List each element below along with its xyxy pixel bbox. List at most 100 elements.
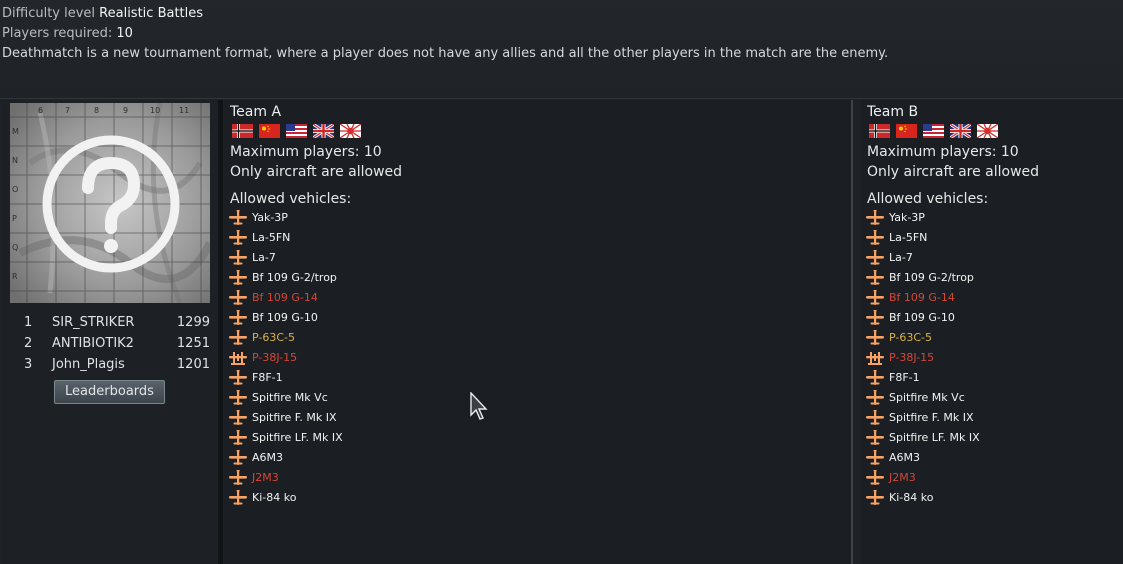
max-players: Maximum players: 10: [867, 144, 1019, 160]
players-required-line: Players required: 10: [2, 26, 133, 42]
team-title: Team A: [230, 104, 282, 120]
vehicle-item[interactable]: F8F-1: [865, 368, 1065, 388]
max-players: Maximum players: 10: [230, 144, 382, 160]
vehicle-item[interactable]: Bf 109 G-14: [865, 288, 1065, 308]
leaderboard-score: 1251: [176, 336, 210, 351]
vehicle-item[interactable]: Ki-84 ko: [228, 488, 428, 508]
vehicle-item[interactable]: F8F-1: [228, 368, 428, 388]
leaderboard-rank: 3: [24, 357, 33, 372]
team-a-panel: Team A Maximum players: 10 Only aircraft…: [224, 100, 851, 564]
vehicle-name: Yak-3P: [252, 211, 288, 224]
vehicle-item[interactable]: Bf 109 G-14: [228, 288, 428, 308]
vehicle-name: P-63C-5: [889, 331, 933, 344]
vehicle-item[interactable]: Yak-3P: [865, 208, 1065, 228]
vehicle-item[interactable]: La-5FN: [228, 228, 428, 248]
leaderboard-player: SIR_STRIKER: [52, 315, 135, 330]
map-row-label: N: [12, 156, 18, 165]
vehicle-name: La-7: [252, 251, 276, 264]
vehicle-item[interactable]: P-63C-5: [865, 328, 1065, 348]
mouse-cursor-icon: [470, 392, 488, 420]
vehicle-item[interactable]: La-7: [865, 248, 1065, 268]
germany-flag-icon: [232, 124, 253, 138]
vehicle-name: Bf 109 G-14: [889, 291, 955, 304]
vehicle-name: Bf 109 G-14: [252, 291, 318, 304]
leaderboard-player: ANTIBIOTIK2: [52, 336, 134, 351]
vehicle-item[interactable]: A6M3: [865, 448, 1065, 468]
map-col-label: 9: [123, 106, 128, 115]
vehicle-name: Spitfire Mk Vc: [889, 391, 965, 404]
map-col-label: 7: [65, 106, 70, 115]
vehicle-item[interactable]: J2M3: [865, 468, 1065, 488]
map-row-label: P: [12, 214, 17, 223]
map-col-label: 11: [179, 106, 189, 115]
leaderboard-row: 2 ANTIBIOTIK2 1251: [10, 335, 210, 353]
vehicle-name: Ki-84 ko: [252, 491, 297, 504]
vehicle-name: Bf 109 G-2/trop: [252, 271, 337, 284]
japan-flag-icon: [977, 124, 998, 138]
vehicle-name: Spitfire LF. Mk IX: [889, 431, 980, 444]
vehicle-name: Spitfire F. Mk IX: [889, 411, 974, 424]
map-row-label: M: [12, 127, 19, 136]
vehicle-item[interactable]: Spitfire Mk Vc: [865, 388, 1065, 408]
vehicle-name: La-5FN: [252, 231, 291, 244]
usa-flag-icon: [286, 124, 307, 138]
vehicle-item[interactable]: Spitfire LF. Mk IX: [228, 428, 428, 448]
column-separator: [218, 100, 223, 564]
map-row-label: Q: [12, 243, 18, 252]
vehicle-item[interactable]: Bf 109 G-10: [228, 308, 428, 328]
vehicle-item[interactable]: Spitfire Mk Vc: [228, 388, 428, 408]
vehicle-item[interactable]: A6M3: [228, 448, 428, 468]
vehicle-name: J2M3: [252, 471, 279, 484]
difficulty-line: Difficulty level Realistic Battles: [2, 6, 203, 22]
leaderboard-row: 1 SIR_STRIKER 1299: [10, 314, 210, 332]
vehicle-name: F8F-1: [889, 371, 920, 384]
china-flag-icon: [259, 124, 280, 138]
japan-flag-icon: [340, 124, 361, 138]
vehicle-item[interactable]: Spitfire F. Mk IX: [228, 408, 428, 428]
vehicle-name: Spitfire F. Mk IX: [252, 411, 337, 424]
mission-map-preview[interactable]: 6 7 8 9 10 11 M N O P Q R: [10, 103, 210, 303]
vehicle-item[interactable]: La-7: [228, 248, 428, 268]
players-required-value: 10: [116, 26, 133, 41]
vehicle-name: La-7: [889, 251, 913, 264]
leaderboards-button[interactable]: Leaderboards: [54, 380, 165, 404]
vehicle-item[interactable]: Yak-3P: [228, 208, 428, 228]
vehicle-item[interactable]: J2M3: [228, 468, 428, 488]
vehicle-name: Spitfire Mk Vc: [252, 391, 328, 404]
vehicle-restriction: Only aircraft are allowed: [867, 164, 1040, 180]
team-divider: [851, 100, 853, 564]
vehicle-name: Bf 109 G-10: [889, 311, 955, 324]
vehicle-name: J2M3: [889, 471, 916, 484]
vehicle-name: A6M3: [252, 451, 284, 464]
event-info-header: Difficulty level Realistic Battles Playe…: [0, 0, 1123, 99]
difficulty-label: Difficulty level: [2, 6, 96, 21]
vehicle-item[interactable]: Spitfire F. Mk IX: [865, 408, 1065, 428]
difficulty-value: Realistic Battles: [99, 6, 204, 21]
vehicle-name: La-5FN: [889, 231, 928, 244]
vehicle-item[interactable]: Bf 109 G-2/trop: [228, 268, 428, 288]
map-col-label: 10: [150, 106, 160, 115]
vehicle-item[interactable]: Spitfire LF. Mk IX: [865, 428, 1065, 448]
vehicle-item[interactable]: Ki-84 ko: [865, 488, 1065, 508]
vehicle-restriction: Only aircraft are allowed: [230, 164, 403, 180]
vehicle-item[interactable]: La-5FN: [865, 228, 1065, 248]
leaderboard-player: John_Plagis: [52, 357, 125, 372]
map-row-label: O: [12, 185, 18, 194]
vehicle-item[interactable]: Bf 109 G-2/trop: [865, 268, 1065, 288]
leaderboard-rank: 2: [24, 336, 33, 351]
vehicle-item[interactable]: P-63C-5: [228, 328, 428, 348]
allowed-vehicles-label: Allowed vehicles:: [230, 191, 352, 207]
map-col-label: 6: [38, 106, 43, 115]
vehicle-item[interactable]: P-38J-15: [865, 348, 1065, 368]
leaderboard-row: 3 John_Plagis 1201: [10, 356, 210, 374]
vehicle-item[interactable]: Bf 109 G-10: [865, 308, 1065, 328]
germany-flag-icon: [869, 124, 890, 138]
vehicle-item[interactable]: P-38J-15: [228, 348, 428, 368]
map-row-label: R: [12, 272, 18, 281]
vehicle-name: F8F-1: [252, 371, 283, 384]
uk-flag-icon: [313, 124, 334, 138]
event-description: Deathmatch is a new tournament format, w…: [2, 46, 889, 61]
uk-flag-icon: [950, 124, 971, 138]
vehicle-name: A6M3: [889, 451, 921, 464]
vehicle-name: P-63C-5: [252, 331, 296, 344]
